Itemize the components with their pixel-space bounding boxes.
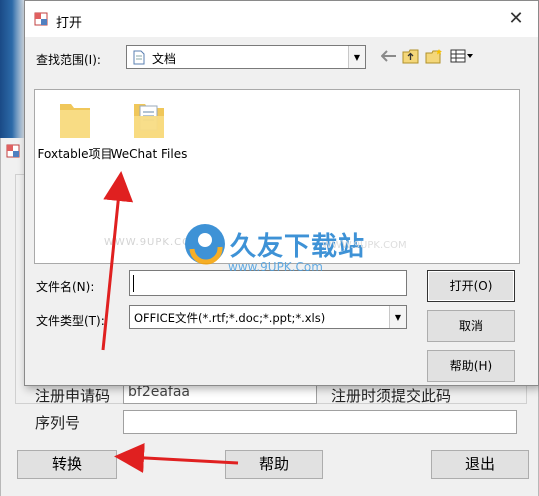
annotation-arrow-left <box>114 442 239 473</box>
annotation-arrows <box>101 171 239 473</box>
annotation-arrow-up <box>101 171 134 351</box>
